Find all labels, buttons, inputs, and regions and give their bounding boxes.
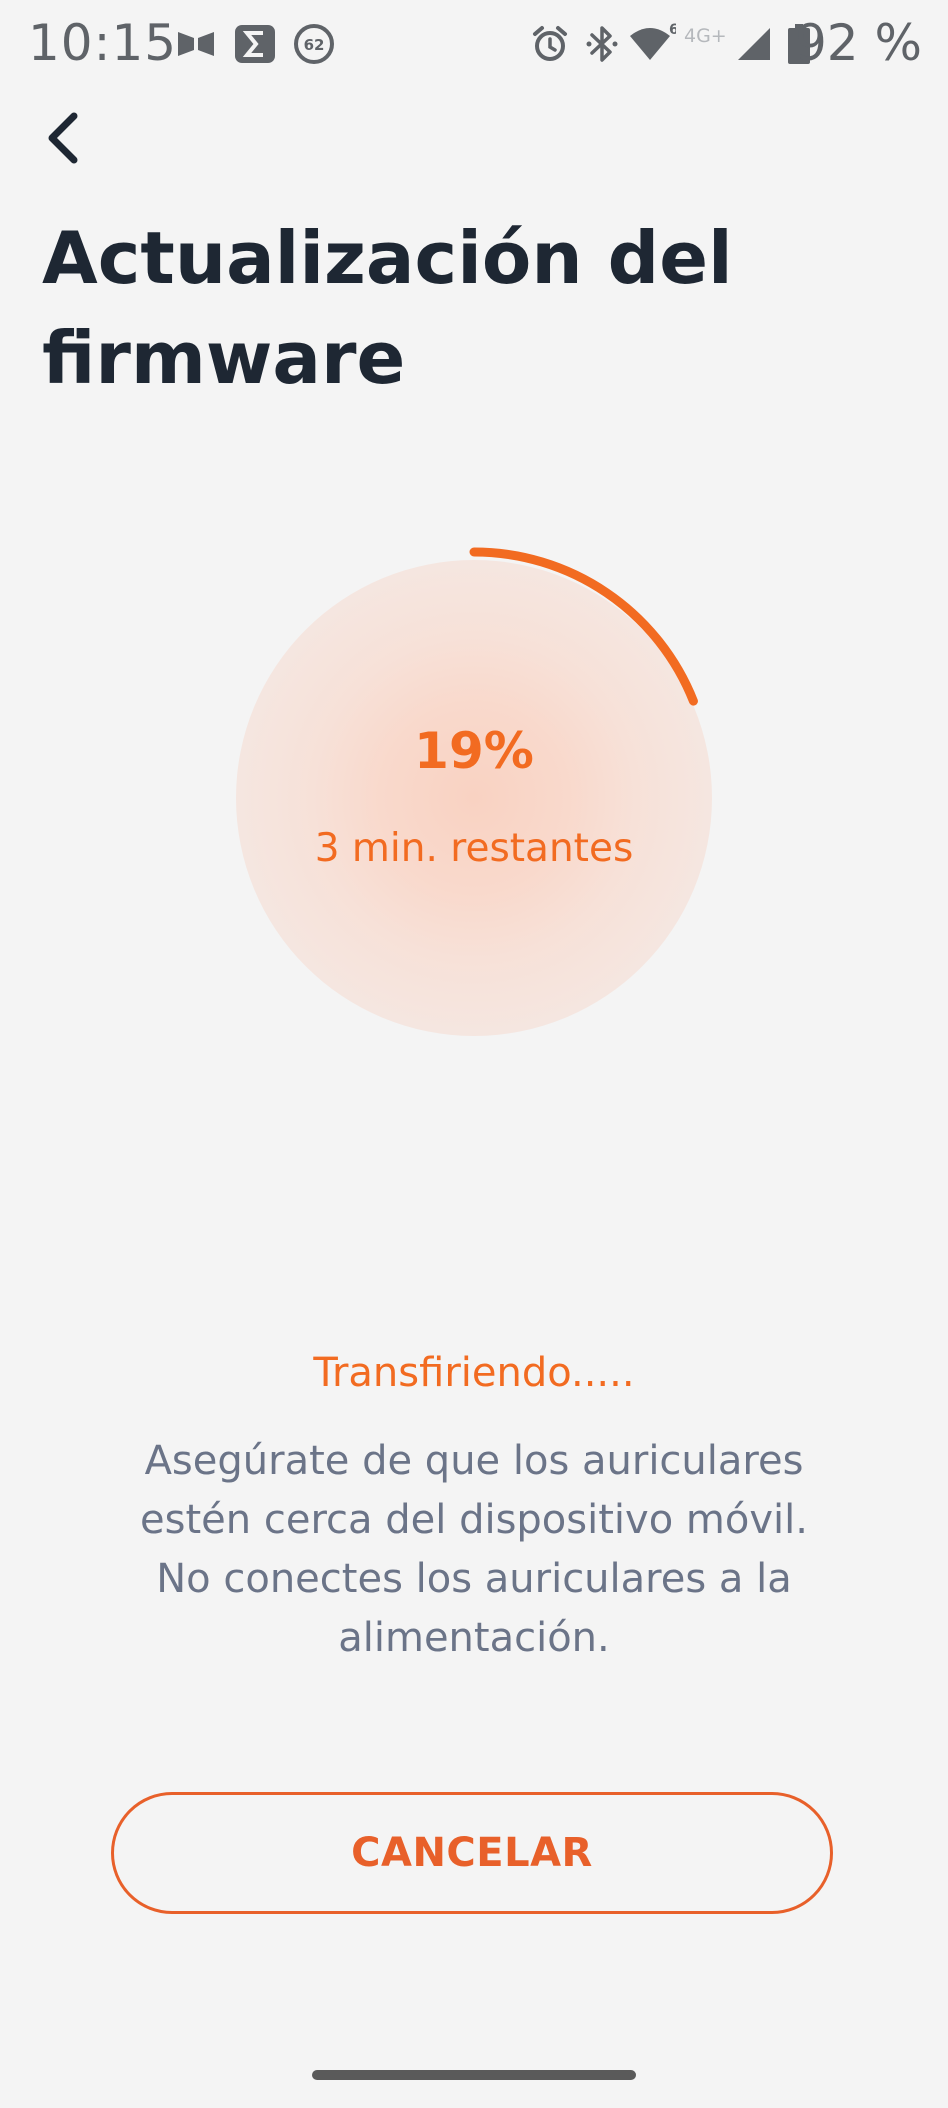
back-button[interactable] <box>36 104 96 172</box>
signal-icon <box>738 28 770 60</box>
network-label: 4G+ <box>684 25 727 47</box>
cancel-button[interactable]: CANCELAR <box>111 1792 833 1914</box>
progress-arc <box>469 547 698 706</box>
progress-ring <box>469 547 698 706</box>
alarm-icon <box>533 26 567 61</box>
status-bar: 10:15 62 6 4G+ 92 % <box>0 0 948 92</box>
notification-badge-text: 62 <box>304 36 325 54</box>
instructions-text: Asegúrate de que los auriculares estén c… <box>140 1438 808 1661</box>
wifi-icon: 6 <box>630 22 676 60</box>
bluetooth-icon <box>586 26 618 62</box>
badge-62-icon: 62 <box>294 24 334 64</box>
chevron-left-icon <box>48 112 78 164</box>
page-title: Actualización del firmware <box>42 216 733 400</box>
media-icon <box>178 32 214 56</box>
progress-percent: 19% <box>414 722 534 780</box>
home-indicator[interactable] <box>312 2070 636 2080</box>
sigma-icon <box>235 25 275 63</box>
wifi-level-text: 6 <box>669 22 676 38</box>
progress-indicator: 19% 3 min. restantes <box>236 547 712 1036</box>
time-remaining: 3 min. restantes <box>314 826 634 871</box>
network-type-icon: 4G+ <box>684 25 727 47</box>
transfer-status: Transfiriendo..... <box>313 1350 635 1396</box>
status-time: 10:15 <box>28 14 178 72</box>
battery-percentage: 92 % <box>794 14 922 72</box>
